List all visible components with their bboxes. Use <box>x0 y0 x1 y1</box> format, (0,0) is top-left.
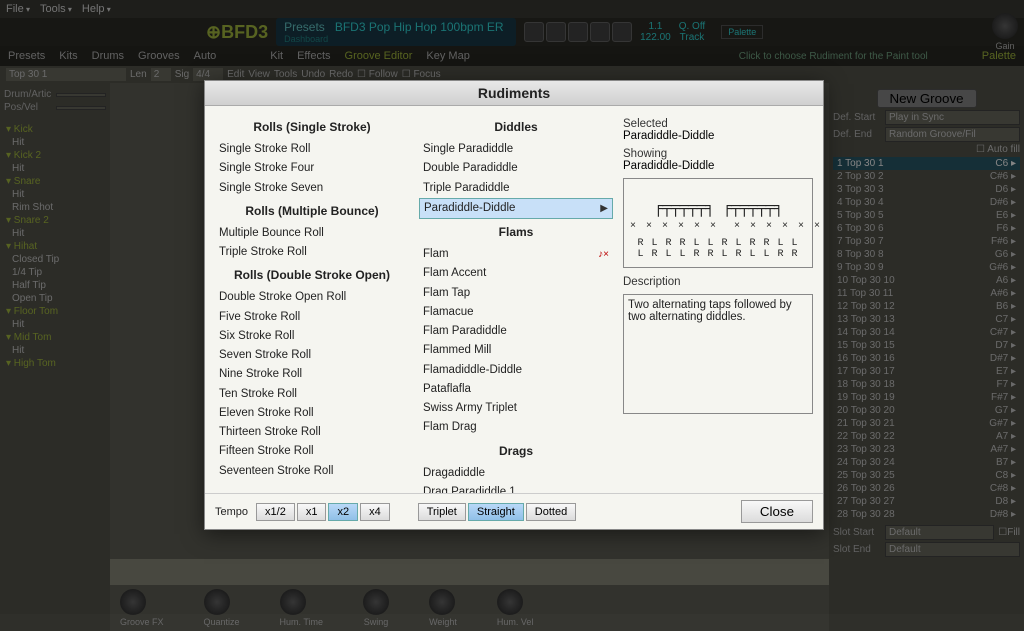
rudiment-item[interactable]: Thirteen Stroke Roll <box>215 423 409 442</box>
knob-label: Swing <box>363 617 389 627</box>
selected-label: Selected <box>623 118 813 130</box>
rudiment-item[interactable]: Flamadiddle-Diddle <box>419 361 613 380</box>
tempo-button-group: x1/2x1x2x4 <box>256 503 390 521</box>
knob-label: Groove FX <box>120 617 164 627</box>
rudiment-item[interactable]: Flamacue <box>419 303 613 322</box>
rudiment-section-header: Flams <box>419 223 613 241</box>
knob-label: Hum. Vel <box>497 617 534 627</box>
submenu-arrow-icon: ▶ <box>600 201 608 216</box>
showing-label: Showing <box>623 148 813 160</box>
feel-dotted-button[interactable]: Dotted <box>526 503 576 521</box>
rudiment-item[interactable]: Eleven Stroke Roll <box>215 404 409 423</box>
tempo-x2-button[interactable]: x2 <box>328 503 358 521</box>
feel-triplet-button[interactable]: Triplet <box>418 503 466 521</box>
accent-icon: ♪× <box>598 247 609 262</box>
dialog-title: Rudiments <box>205 81 823 106</box>
tempo-x1-button[interactable]: x1 <box>297 503 327 521</box>
rudiment-section-header: Diddles <box>419 118 613 136</box>
showing-value: Paradiddle-Diddle <box>623 160 813 172</box>
rudiment-item[interactable]: Single Paradiddle <box>419 140 613 159</box>
rudiment-item[interactable]: Triple Paradiddle <box>419 179 613 198</box>
rudiments-column-1: Rolls (Single Stroke)Single Stroke RollS… <box>215 114 409 485</box>
rudiment-item[interactable]: Swiss Army Triplet <box>419 399 613 418</box>
rudiment-item[interactable]: Triple Stroke Roll <box>215 243 409 262</box>
preview-pane: Selected Paradiddle-Diddle Showing Parad… <box>623 114 813 485</box>
rudiment-item[interactable]: Flammed Mill <box>419 341 613 360</box>
knob-label: Quantize <box>204 617 240 627</box>
rudiment-item[interactable]: Six Stroke Roll <box>215 327 409 346</box>
knob-label: Weight <box>429 617 457 627</box>
rudiment-item[interactable]: Drag Paradiddle 1 <box>419 483 613 493</box>
rudiment-item[interactable]: Nine Stroke Roll <box>215 365 409 384</box>
rudiment-item[interactable]: Paradiddle-Diddle▶ <box>419 198 613 219</box>
rudiment-item[interactable]: Five Stroke Roll <box>215 308 409 327</box>
rudiment-item[interactable]: Fifteen Stroke Roll <box>215 442 409 461</box>
rudiment-item[interactable]: Flam♪× <box>419 245 613 264</box>
rudiment-item[interactable]: Flam Tap <box>419 284 613 303</box>
feel-straight-button[interactable]: Straight <box>468 503 524 521</box>
tempo-x4-button[interactable]: x4 <box>360 503 390 521</box>
selected-value: Paradiddle-Diddle <box>623 130 813 142</box>
rudiment-item[interactable]: Ten Stroke Roll <box>215 385 409 404</box>
feel-button-group: TripletStraightDotted <box>418 503 577 521</box>
description-label: Description <box>623 276 813 288</box>
rudiment-item[interactable]: Flam Paradiddle <box>419 322 613 341</box>
rudiment-item[interactable]: Double Paradiddle <box>419 159 613 178</box>
knob-label: Hum. Time <box>280 617 324 627</box>
rudiment-item[interactable]: Seventeen Stroke Roll <box>215 462 409 481</box>
rudiments-column-2: Diddles Single ParadiddleDouble Paradiddl… <box>419 114 613 485</box>
rudiments-dialog: Rudiments Rolls (Single Stroke) Single St… <box>204 80 824 530</box>
rudiment-item[interactable]: Pataflafla <box>419 380 613 399</box>
rudiment-item[interactable]: Seven Stroke Roll <box>215 346 409 365</box>
notation-preview: ╒╤╤╤╤╤╕ ╒╤╤╤╤╤╕ × × × × × × × × × × × × … <box>623 178 813 268</box>
rudiment-section-header: Rolls (Double Stroke Open) <box>215 266 409 284</box>
dialog-footer: Tempo x1/2x1x2x4 TripletStraightDotted C… <box>205 493 823 529</box>
rudiment-item[interactable]: Double Stroke Open Roll <box>215 288 409 307</box>
rudiment-item[interactable]: Flam Accent <box>419 264 613 283</box>
tempo-label: Tempo <box>215 506 248 518</box>
rudiment-section-header: Rolls (Single Stroke) <box>215 118 409 136</box>
rudiment-item[interactable]: Dragadiddle <box>419 464 613 483</box>
rudiment-item[interactable]: Single Stroke Four <box>215 159 409 178</box>
close-button[interactable]: Close <box>741 500 813 523</box>
rudiment-section-header: Drags <box>419 442 613 460</box>
rudiment-item[interactable]: Single Stroke Roll <box>215 140 409 159</box>
rudiment-item[interactable]: Multiple Bounce Roll <box>215 224 409 243</box>
rudiment-item[interactable]: Single Stroke Seven <box>215 179 409 198</box>
rudiment-section-header: Rolls (Multiple Bounce) <box>215 202 409 220</box>
rudiment-item[interactable]: Flam Drag <box>419 418 613 437</box>
tempo-x1-2-button[interactable]: x1/2 <box>256 503 295 521</box>
description-box: Two alternating taps followed by two alt… <box>623 294 813 414</box>
